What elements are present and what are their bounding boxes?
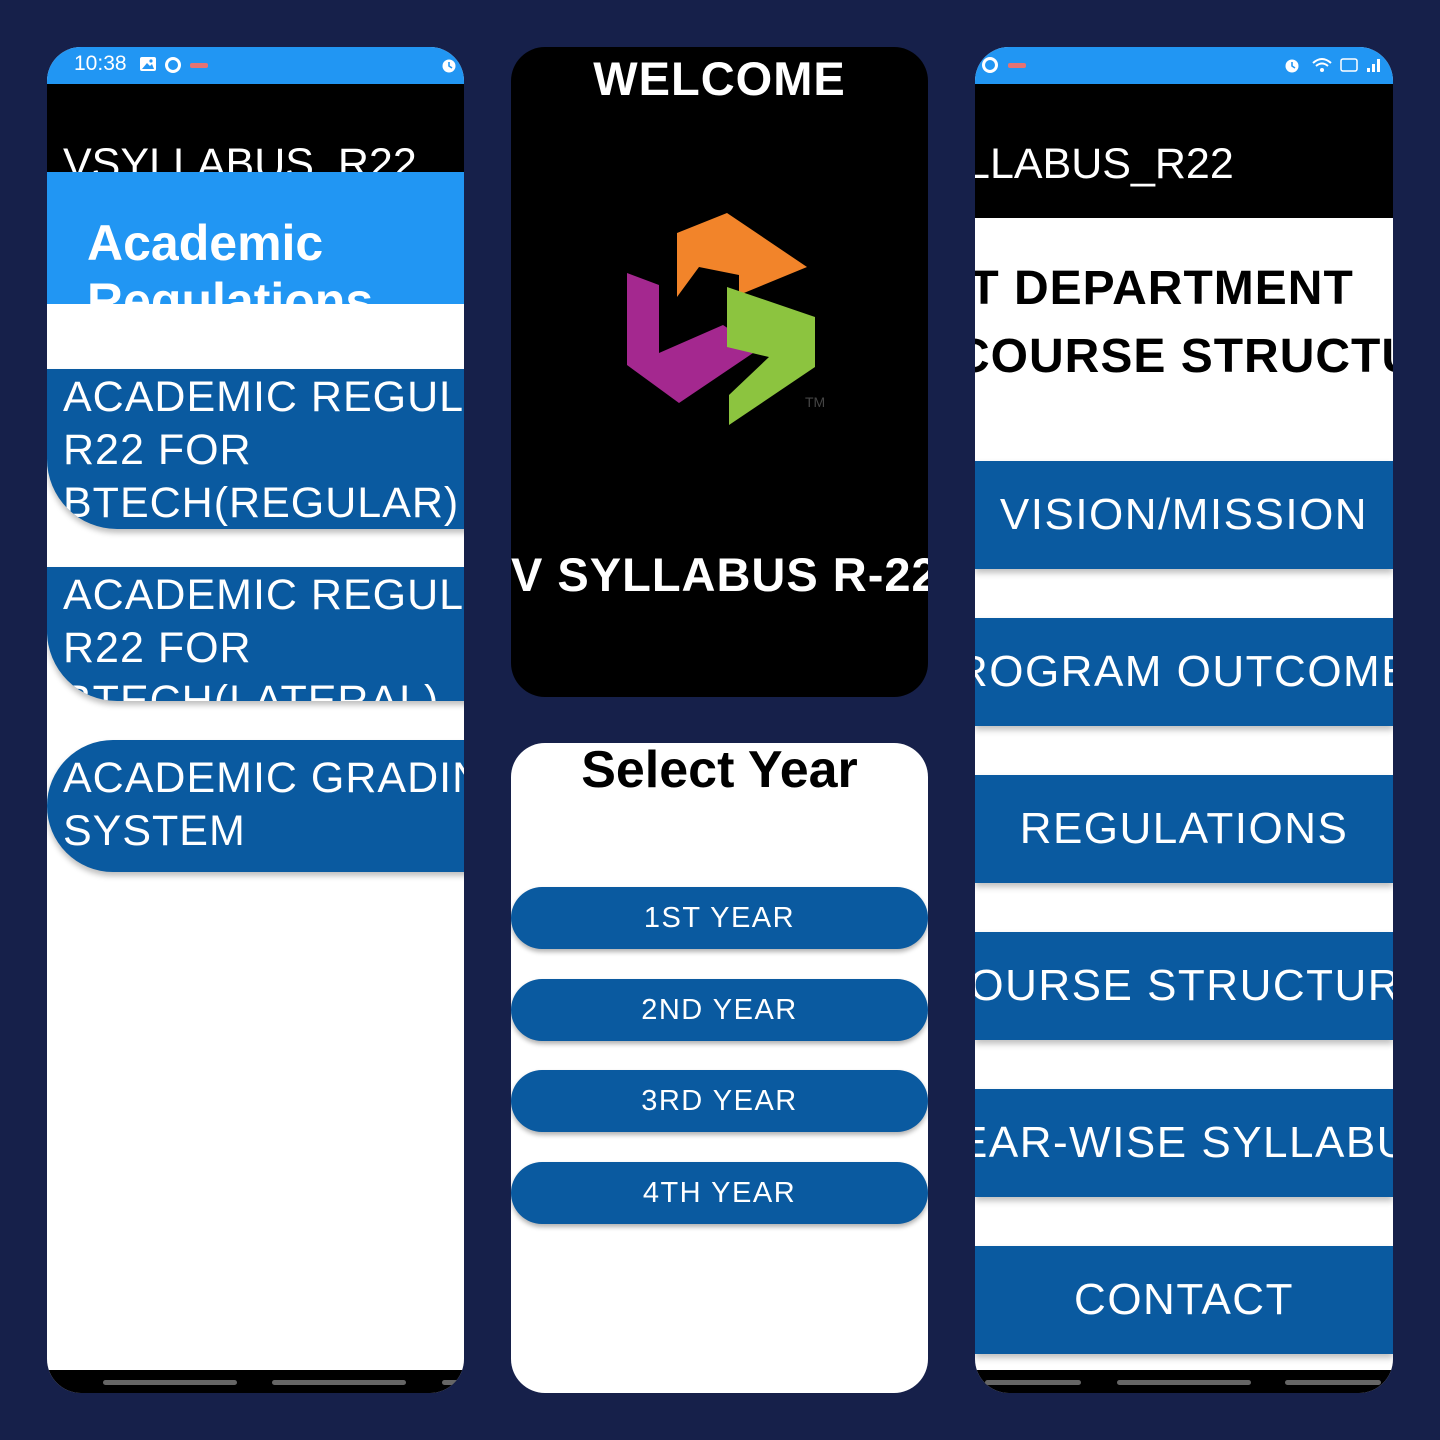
nav-pill [103, 1380, 237, 1385]
alarm-icon [1283, 56, 1301, 79]
second-year-button[interactable]: 2ND YEAR [511, 979, 928, 1041]
first-year-button[interactable]: 1ST YEAR [511, 887, 928, 949]
app-logo-icon: TM [627, 213, 825, 425]
button-label: ACADEMIC REGULATIONS R22 FOR BTECH(REGUL… [63, 373, 464, 527]
nav-pill [442, 1380, 464, 1385]
vision-mission-button[interactable]: VISION/MISSION [975, 461, 1393, 569]
signal-icon [1365, 56, 1383, 79]
notification-dots-icon [189, 56, 209, 76]
nav-pill [272, 1380, 406, 1385]
button-label: YEAR-WISE SYLLABUS [975, 1118, 1393, 1167]
status-bar: 10:38 [47, 47, 464, 84]
button-label: CONTACT [1074, 1275, 1294, 1324]
status-bar [975, 47, 1393, 84]
wifi-icon [1311, 56, 1333, 79]
trademark-mark: TM [805, 394, 825, 410]
fourth-year-button[interactable]: 4TH YEAR [511, 1162, 928, 1224]
status-time: 10:38 [74, 52, 127, 75]
section-header: Academic Regulations [47, 172, 464, 304]
year-wise-syllabus-button[interactable]: YEAR-WISE SYLLABUS [975, 1089, 1393, 1197]
academic-regulations-screen: 10:38 VSYLLABUS_R22 Academic Regulations… [47, 47, 464, 1393]
grading-system-button[interactable]: ACADEMIC GRADING SYSTEM [47, 740, 464, 872]
it-department-screen: VSYLLABUS_R22 IT DEPARTMENT COURSE STRUC… [975, 47, 1393, 1393]
button-label: ACADEMIC GRADING SYSTEM [63, 754, 464, 855]
regular-regulations-button[interactable]: ACADEMIC REGULATIONS R22 FOR BTECH(REGUL… [47, 369, 464, 529]
select-year-screen: Select Year 1ST YEAR 2ND YEAR 3RD YEAR 4… [511, 743, 928, 1393]
app-title: VSYLLABUS_R22 [975, 140, 1234, 188]
program-outcomes-button[interactable]: PROGRAM OUTCOMES [975, 618, 1393, 726]
welcome-title: WELCOME [593, 52, 846, 105]
button-label: COURSE STRUCTURE [975, 961, 1393, 1010]
button-label: ACADEMIC REGULATIONS R22 FOR BTECH(LATER… [63, 571, 464, 701]
regulations-button[interactable]: REGULATIONS [975, 775, 1393, 883]
select-year-title: Select Year [581, 743, 858, 799]
app-bar: VSYLLABUS_R22 [975, 84, 1393, 218]
welcome-screen: WELCOME TM V SYLLABUS R-22 [511, 47, 928, 697]
button-label: REGULATIONS [1019, 804, 1349, 853]
alarm-icon [440, 56, 458, 79]
button-label: PROGRAM OUTCOMES [975, 647, 1393, 696]
lateral-regulations-button[interactable]: ACADEMIC REGULATIONS R22 FOR BTECH(LATER… [47, 567, 464, 701]
third-year-button[interactable]: 3RD YEAR [511, 1070, 928, 1132]
whatsapp-icon [981, 56, 999, 79]
navigation-bar [975, 1370, 1393, 1393]
whatsapp-icon [164, 56, 182, 79]
gallery-icon [139, 56, 157, 77]
button-label: VISION/MISSION [999, 490, 1369, 539]
nav-pill [985, 1380, 1081, 1385]
nav-pill [1117, 1380, 1251, 1385]
course-structure-button[interactable]: COURSE STRUCTURE [975, 932, 1393, 1040]
department-heading: IT DEPARTMENT COURSE STRUCTURE [975, 262, 1393, 383]
notification-dots-icon [1007, 56, 1027, 76]
navigation-bar [47, 1370, 464, 1393]
welcome-subtitle: V SYLLABUS R-22 [511, 548, 928, 601]
volte-icon [1339, 56, 1359, 79]
section-title: Academic Regulations [87, 215, 374, 304]
contact-button[interactable]: CONTACT [975, 1246, 1393, 1354]
nav-pill [1285, 1380, 1381, 1385]
